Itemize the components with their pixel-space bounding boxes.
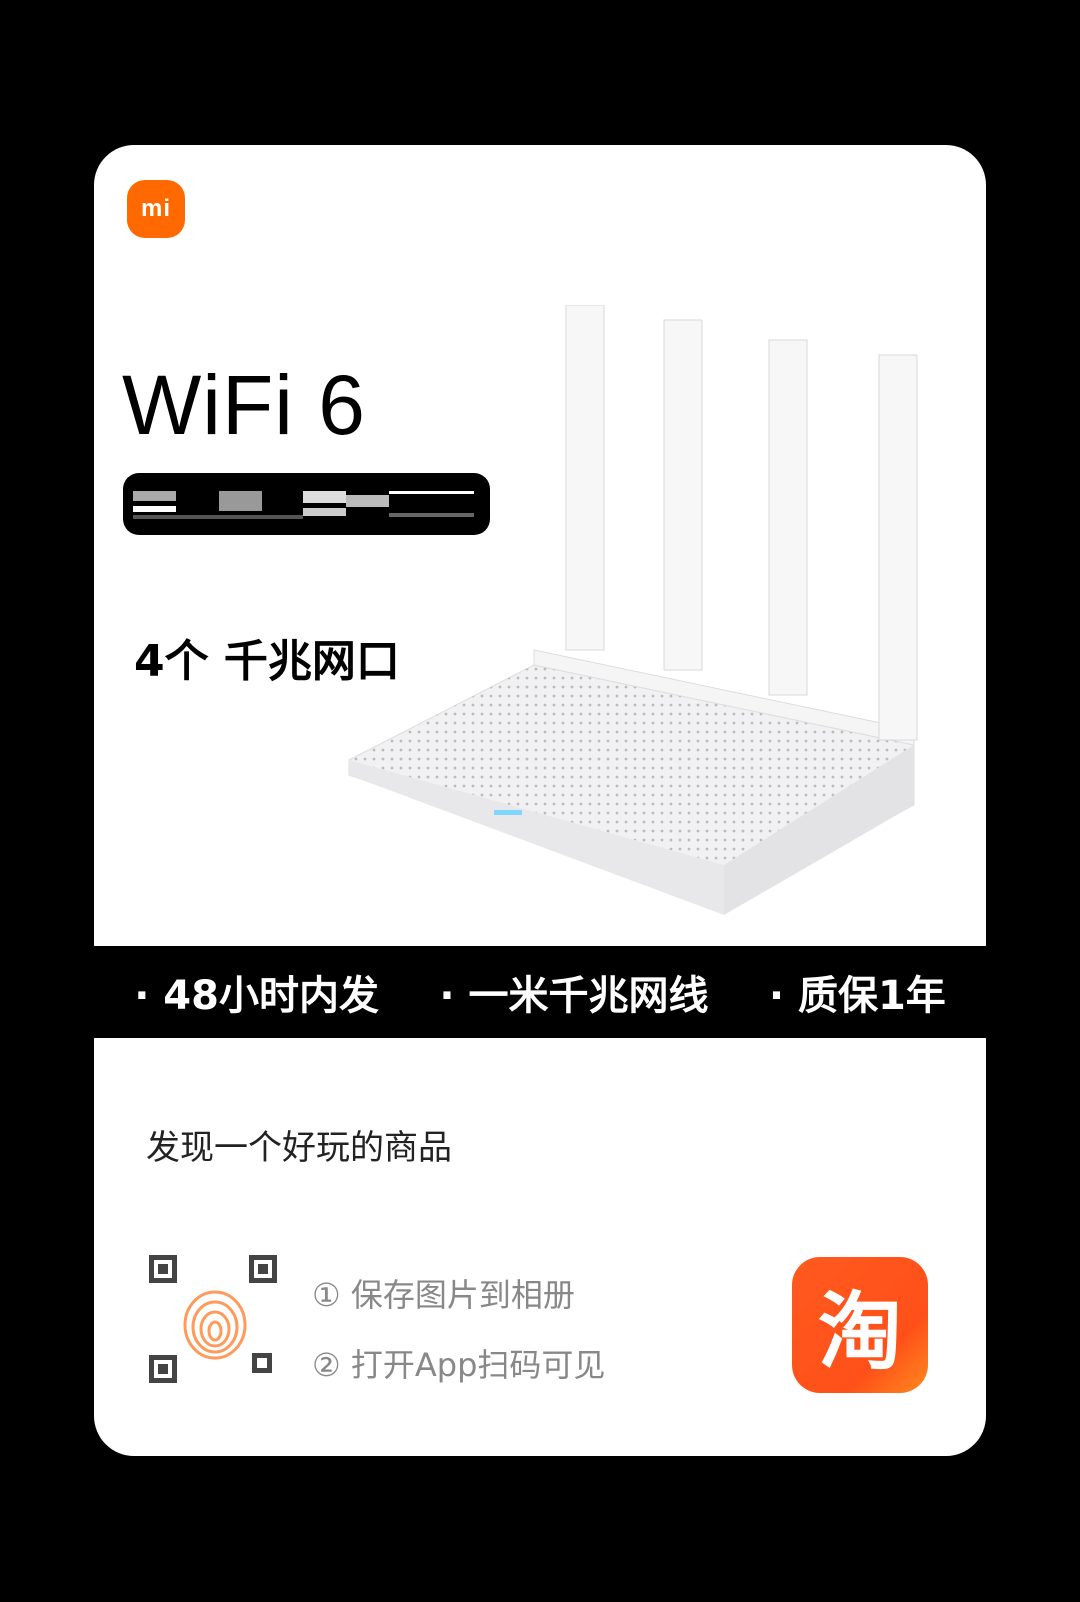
feature-item: · 质保1年 bbox=[768, 973, 946, 1019]
qr-code-fingerprint-icon[interactable] bbox=[149, 1255, 284, 1395]
share-steps: ① 保存图片到相册 ② 打开App扫码可见 bbox=[312, 1260, 605, 1400]
share-headline: 发现一个好玩的商品 bbox=[146, 1128, 452, 1168]
step-save-image: ① 保存图片到相册 bbox=[312, 1276, 575, 1314]
features-strip: · 48小时内发 · 一米千兆网线 · 质保1年 bbox=[94, 946, 986, 1038]
feature-item: · 48小时内发 bbox=[134, 973, 379, 1019]
share-card: mi WiFi 6 4个 千兆网口 · 48小时内发 · 一米千兆网线 · 质保… bbox=[94, 145, 986, 1456]
taobao-app-icon[interactable]: 淘 bbox=[792, 1257, 928, 1393]
xiaomi-logo: mi bbox=[127, 180, 185, 238]
feature-item: · 一米千兆网线 bbox=[439, 973, 709, 1019]
step-open-app: ② 打开App扫码可见 bbox=[312, 1346, 606, 1384]
product-title: WiFi 6 bbox=[122, 358, 366, 452]
